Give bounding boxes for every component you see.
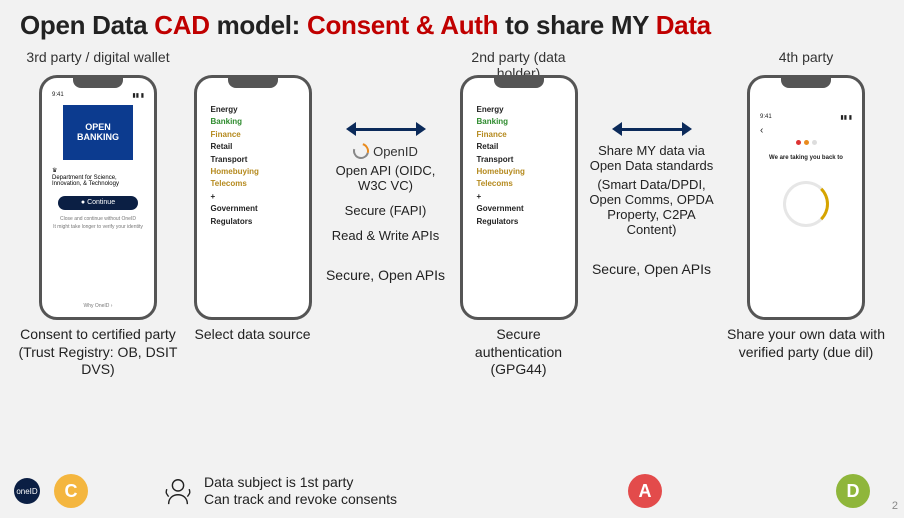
sector-homebuying: Homebuying	[477, 166, 563, 178]
sector-government: Government	[477, 203, 563, 215]
phone-wallet-screen: 9:41 ▮▮ ▮ OPEN BANKING ♛ Department for …	[46, 92, 150, 313]
title-mid: model:	[210, 10, 307, 40]
openid-line1: Open API (OIDC, W3C VC)	[321, 163, 450, 193]
col-share-standards: Share MY data via Open Data standards (S…	[587, 45, 716, 379]
title-cad: CAD	[154, 10, 209, 40]
caption-share-verified: Share your own data with verified party …	[720, 326, 892, 361]
badge-auth: A	[628, 474, 662, 508]
time: 9:41	[52, 92, 64, 99]
slide-title: Open Data CAD model: Consent & Auth to s…	[0, 0, 904, 45]
title-consent: Consent & Auth	[307, 10, 498, 40]
progress-dots-icon	[796, 140, 817, 145]
arrow-icon	[612, 121, 692, 137]
sector-finance: Finance	[211, 129, 297, 141]
data-subject-text: Data subject is 1st party Can track and …	[204, 474, 397, 508]
phone-sectors-a: Energy Banking Finance Retail Transport …	[194, 75, 312, 320]
why-link[interactable]: Why OneID ›	[46, 304, 150, 309]
sector-finance: Finance	[477, 129, 563, 141]
fineprint: It might take longer to verify your iden…	[46, 225, 150, 230]
sector-list-a: Energy Banking Finance Retail Transport …	[201, 92, 305, 313]
title-pre: Open Data	[20, 10, 154, 40]
share-line1: Share MY data via Open Data standards	[587, 143, 716, 173]
col-select-source: Energy Banking Finance Retail Transport …	[188, 45, 317, 379]
caption-select-source: Select data source	[195, 326, 311, 344]
open-banking-tile: OPEN BANKING	[63, 105, 133, 160]
sector-telecoms: Telecoms	[211, 178, 297, 190]
title-mid2: to share MY	[498, 10, 655, 40]
caption-apis-1: Secure, Open APIs	[326, 267, 445, 285]
label-third-party: 3rd party / digital wallet	[26, 49, 169, 69]
standards-block: Share MY data via Open Data standards (S…	[587, 121, 716, 237]
person-icon	[162, 475, 194, 507]
phone-notch	[228, 78, 278, 88]
sector-transport: Transport	[211, 154, 297, 166]
label-fourth-party: 4th party	[779, 49, 833, 69]
sector-retail: Retail	[211, 141, 297, 153]
sector-regulators: Regulators	[211, 216, 297, 228]
phone-wallet: 9:41 ▮▮ ▮ OPEN BANKING ♛ Department for …	[39, 75, 157, 320]
openid-mark-icon	[350, 140, 372, 162]
col-third-party: 3rd party / digital wallet 9:41 ▮▮ ▮ OPE…	[12, 45, 184, 379]
share-line2: (Smart Data/DPDI, Open Comms, OPDA Prope…	[587, 177, 716, 237]
label-second-party: 2nd party (data holder)	[454, 49, 583, 69]
phone-redirect-screen: 9:41 ▮▮ ▮ ‹ We are taking you back to	[754, 92, 858, 313]
sector-regulators: Regulators	[477, 216, 563, 228]
sector-plus: +	[477, 191, 563, 203]
col-data-holder: 2nd party (data holder) Energy Banking F…	[454, 45, 583, 379]
sector-energy: Energy	[477, 104, 563, 116]
back-icon[interactable]: ‹	[754, 121, 769, 140]
signal-icon: ▮▮ ▮	[132, 92, 144, 99]
col-openid: OpenID Open API (OIDC, W3C VC) Secure (F…	[321, 45, 450, 379]
columns: 3rd party / digital wallet 9:41 ▮▮ ▮ OPE…	[0, 45, 904, 379]
arrow-icon	[346, 121, 426, 137]
caption-consent: Consent to certified party (Trust Regist…	[12, 326, 184, 379]
status-bar: 9:41 ▮▮ ▮	[754, 114, 858, 121]
sector-list-b: Energy Banking Finance Retail Transport …	[467, 92, 571, 313]
phone-notch	[73, 78, 123, 88]
openid-line2: Secure (FAPI)	[345, 203, 427, 218]
title-data: Data	[656, 10, 711, 40]
department-label: ♛ Department for Science, Innovation, & …	[46, 164, 150, 192]
badge-consent: C	[54, 474, 88, 508]
sector-transport: Transport	[477, 154, 563, 166]
status-bar: 9:41 ▮▮ ▮	[46, 92, 150, 99]
caption-apis-2: Secure, Open APIs	[592, 261, 711, 279]
sector-energy: Energy	[211, 104, 297, 116]
fineprint-link[interactable]: Close and continue without OneID	[46, 217, 150, 222]
crest-icon: ♛	[52, 168, 57, 174]
sector-plus: +	[211, 191, 297, 203]
phone-notch	[781, 78, 831, 88]
continue-button[interactable]: ● Continue	[58, 196, 138, 210]
col-fourth-party: 4th party 9:41 ▮▮ ▮ ‹ We are taking you …	[720, 45, 892, 379]
sector-telecoms: Telecoms	[477, 178, 563, 190]
phone-redirect: 9:41 ▮▮ ▮ ‹ We are taking you back to	[747, 75, 865, 320]
phone-notch	[494, 78, 544, 88]
sector-banking: Banking	[477, 116, 563, 128]
sector-banking: Banking	[211, 116, 297, 128]
oneid-badge: oneID	[14, 478, 40, 504]
footer: oneID C Data subject is 1st party Can tr…	[14, 474, 890, 508]
sector-retail: Retail	[477, 141, 563, 153]
spinner-icon	[783, 181, 829, 227]
sector-homebuying: Homebuying	[211, 166, 297, 178]
sector-government: Government	[211, 203, 297, 215]
redirect-message: We are taking you back to	[763, 155, 849, 161]
signal-icon: ▮▮ ▮	[840, 114, 852, 121]
openid-block: OpenID Open API (OIDC, W3C VC) Secure (F…	[321, 121, 450, 243]
phone-sectors-b: Energy Banking Finance Retail Transport …	[460, 75, 578, 320]
caption-secure-auth: Secure authentication (GPG44)	[454, 326, 583, 379]
page-number: 2	[892, 500, 898, 512]
badge-data: D	[836, 474, 870, 508]
openid-logo: OpenID	[353, 143, 418, 159]
openid-line3: Read & Write APIs	[332, 228, 439, 243]
